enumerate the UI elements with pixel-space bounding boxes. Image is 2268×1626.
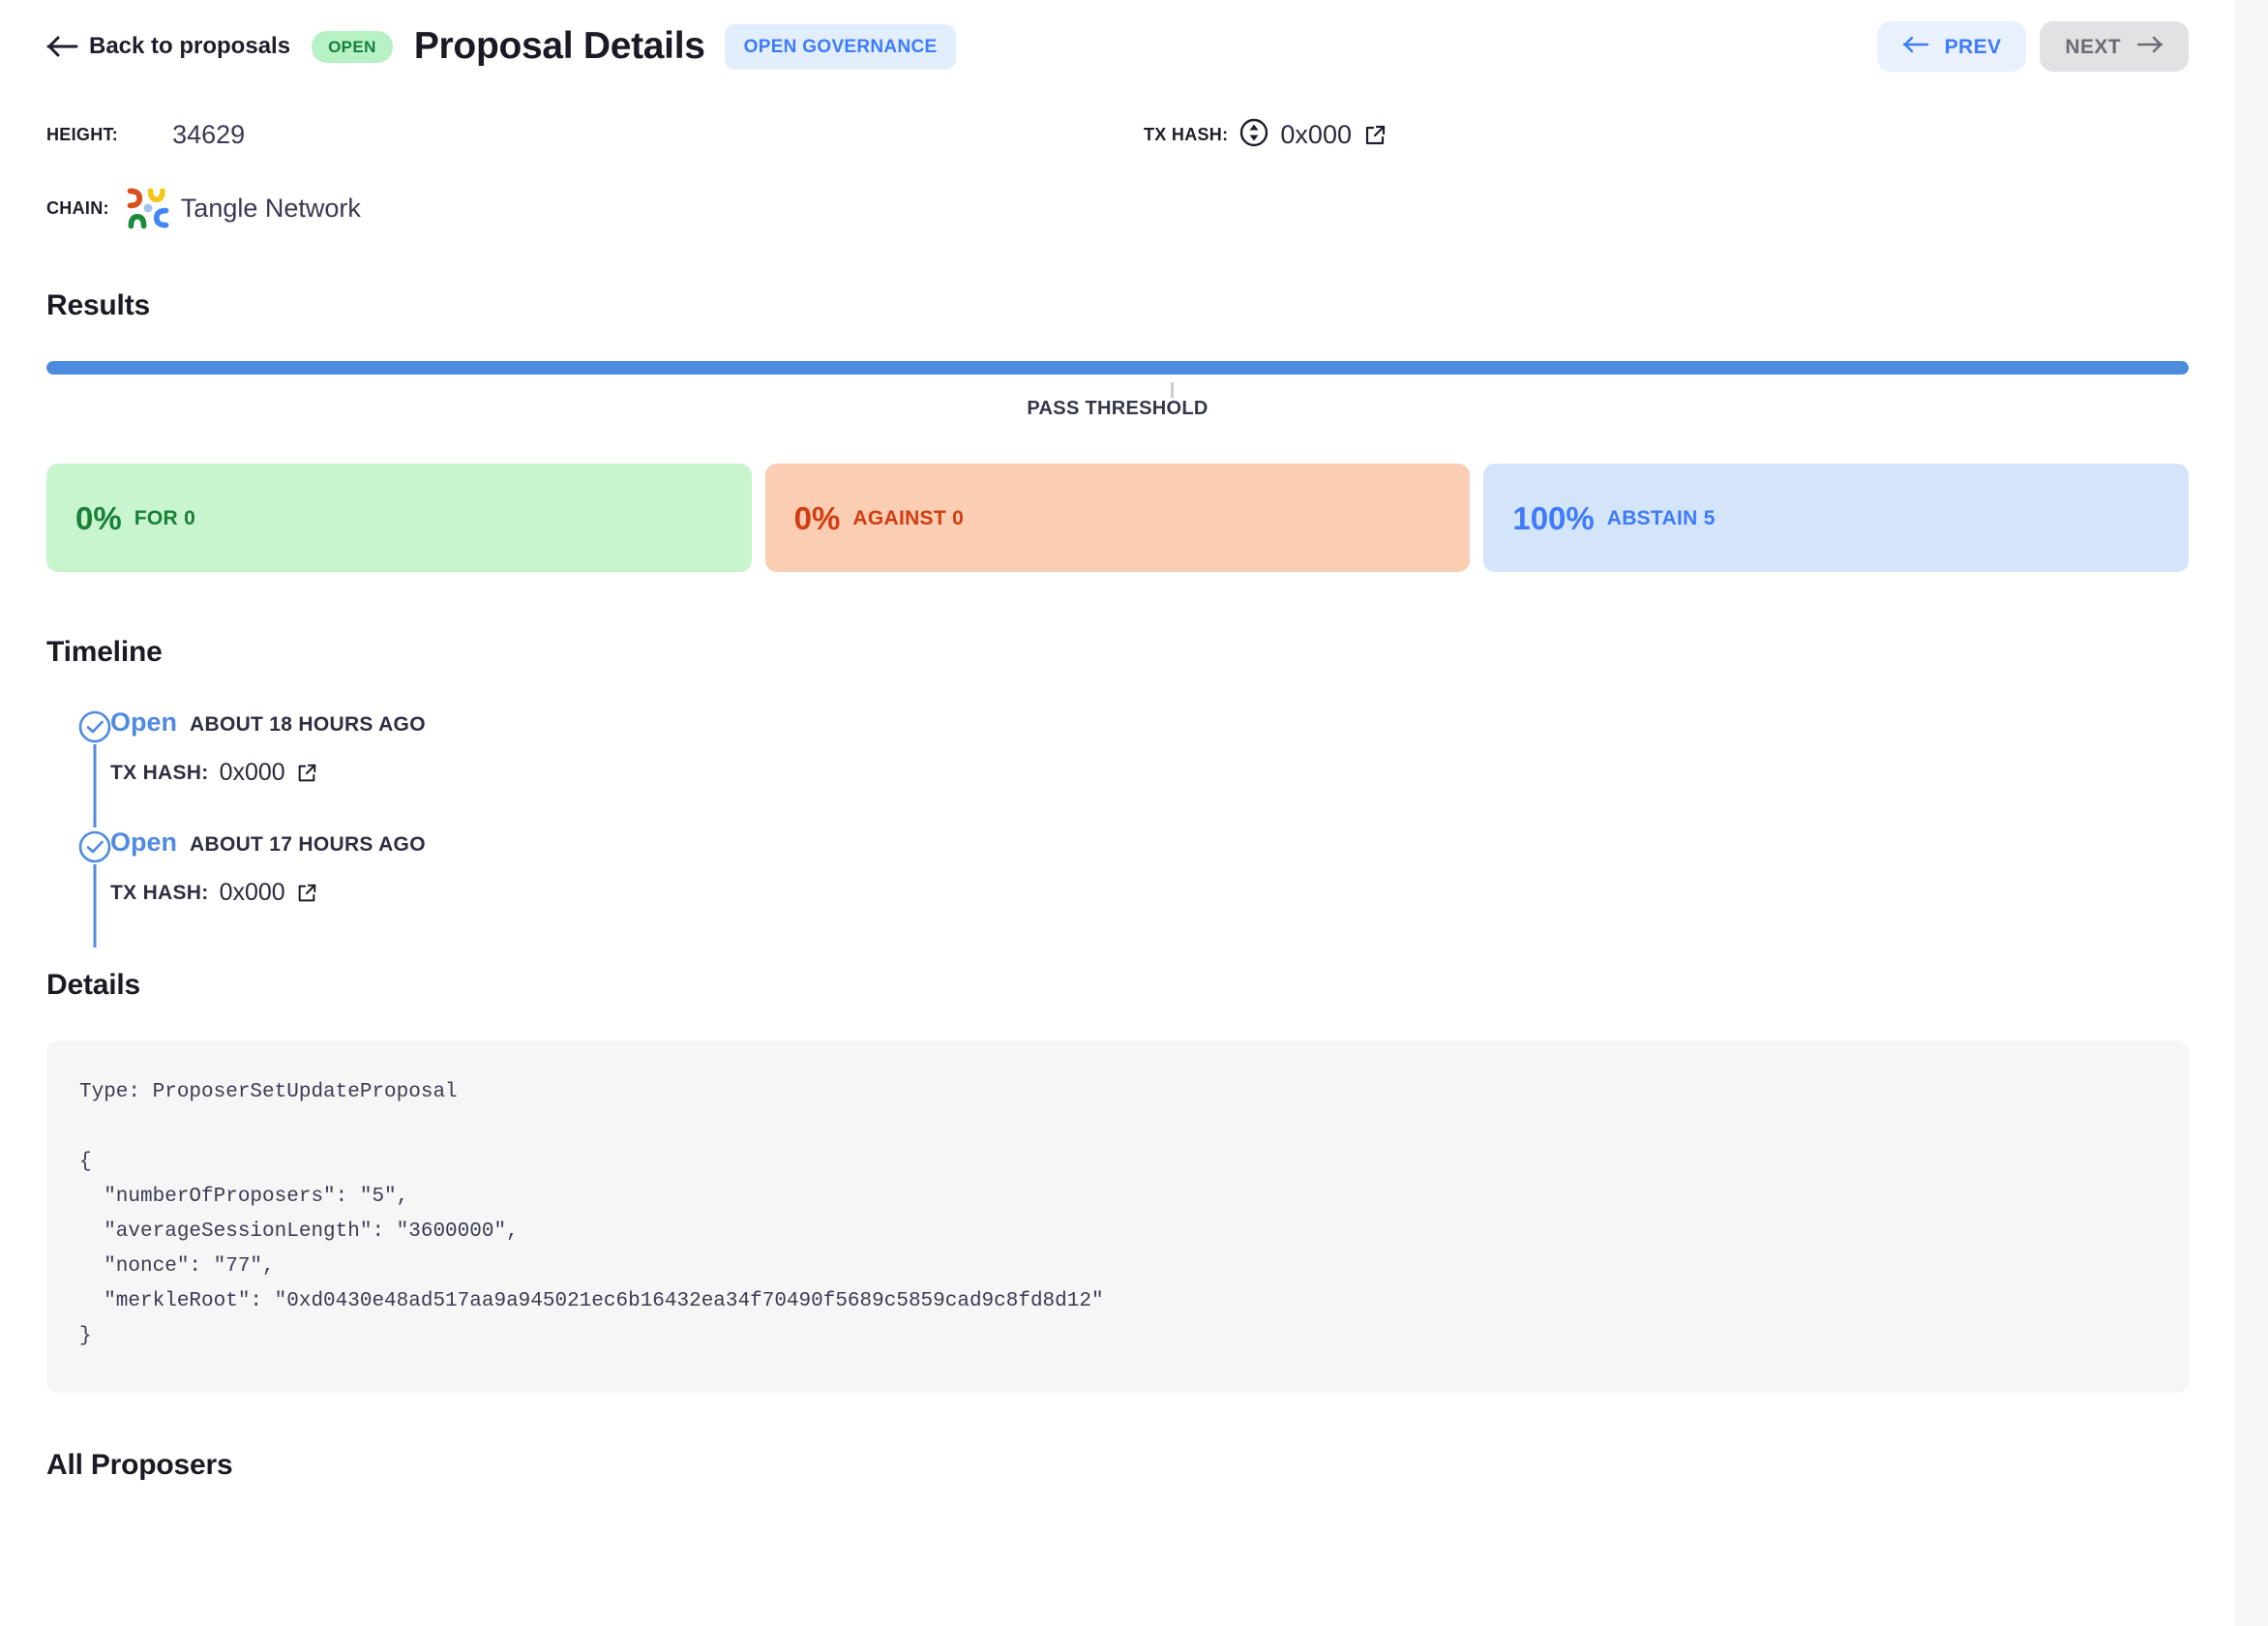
progress-fill: [46, 361, 2189, 375]
timeline-item-tx: TX HASH: 0x000: [110, 759, 2189, 787]
status-badge: OPEN: [312, 30, 393, 63]
chain-value: Tangle Network: [180, 193, 361, 223]
pagination-controls: PREV NEXT: [1876, 21, 2189, 72]
vote-card-against: 0% AGAINST 0: [764, 464, 1471, 572]
arrow-left-icon: [46, 34, 79, 59]
timeline-spacer: [46, 787, 2189, 828]
vote-results-cards: 0% FOR 0 0% AGAINST 0 100% ABSTAIN 5: [46, 464, 2190, 572]
prev-label: PREV: [1944, 35, 2002, 58]
check-circle-icon: [77, 709, 112, 749]
external-link-icon[interactable]: [296, 763, 317, 784]
results-section-title: Results: [46, 289, 150, 321]
arrow-left-icon: [1902, 35, 1929, 58]
tx-hash-value: 0x000: [1280, 120, 1352, 149]
timeline-item: Open ABOUT 17 HOURS AGO TX HASH: 0x000: [46, 828, 2189, 948]
timeline-tx-value: 0x000: [219, 879, 285, 906]
timeline-item-header: Open ABOUT 17 HOURS AGO: [110, 828, 2189, 858]
prev-proposal-button[interactable]: PREV: [1876, 21, 2027, 72]
height-value: 34629: [172, 120, 246, 149]
timeline-list: Open ABOUT 18 HOURS AGO TX HASH: 0x000 O…: [46, 708, 2189, 948]
page-scrollbar-track[interactable]: [2235, 0, 2268, 1626]
height-row: HEIGHT: 34629 TX HASH: 0x000: [46, 118, 2189, 152]
pass-threshold-label: PASS THRESHOLD: [1027, 398, 1209, 419]
timeline-item-time: ABOUT 17 HOURS AGO: [190, 833, 426, 856]
chain-row: CHAIN: Tangle Network: [46, 187, 2189, 229]
timeline-item-header: Open ABOUT 18 HOURS AGO: [110, 708, 2189, 738]
swap-vertical-circle-icon: [1239, 118, 1268, 152]
timeline-connector: [93, 744, 97, 828]
arrow-right-icon: [2136, 35, 2164, 58]
governance-category-badge: OPEN GOVERNANCE: [724, 23, 957, 70]
timeline-section-title: Timeline: [46, 636, 163, 668]
details-section-title: Details: [46, 969, 140, 1001]
vote-abstain-percent: 100%: [1512, 499, 1595, 536]
proposal-details-page: Back to proposals OPEN Proposal Details …: [0, 0, 2235, 1626]
pass-threshold-marker: [1171, 382, 1175, 398]
external-link-icon[interactable]: [1363, 124, 1387, 147]
page-header: Back to proposals OPEN Proposal Details …: [46, 0, 2189, 85]
progress-track: [46, 361, 2189, 375]
timeline-item-tx: TX HASH: 0x000: [110, 879, 2189, 907]
vote-card-for: 0% FOR 0: [46, 464, 752, 572]
tangle-network-logo-icon: [109, 187, 169, 229]
all-proposers-section-title: All Proposers: [46, 1449, 233, 1481]
vote-for-label: FOR 0: [134, 506, 196, 529]
height-label: HEIGHT:: [46, 125, 119, 144]
back-to-proposals-link[interactable]: Back to proposals: [46, 33, 290, 60]
timeline-item-time: ABOUT 18 HOURS AGO: [190, 713, 426, 736]
next-proposal-button[interactable]: NEXT: [2040, 21, 2189, 72]
vote-for-percent: 0%: [75, 499, 122, 536]
external-link-icon[interactable]: [296, 883, 317, 904]
vote-against-percent: 0%: [793, 499, 841, 536]
check-circle-icon: [77, 829, 112, 869]
proposal-details-code: Type: ProposerSetUpdateProposal { "numbe…: [46, 1040, 2189, 1393]
chain-label: CHAIN:: [46, 197, 109, 218]
timeline-item: Open ABOUT 18 HOURS AGO TX HASH: 0x000: [46, 708, 2189, 828]
timeline-connector: [93, 864, 97, 948]
page-title: Proposal Details: [413, 25, 705, 67]
vote-abstain-label: ABSTAIN 5: [1606, 506, 1716, 529]
timeline-item-status: Open: [110, 708, 178, 737]
vote-card-abstain: 100% ABSTAIN 5: [1483, 464, 2190, 572]
back-to-proposals-label: Back to proposals: [89, 33, 291, 59]
timeline-tx-value: 0x000: [219, 759, 285, 786]
next-label: NEXT: [2065, 35, 2121, 58]
timeline-item-status: Open: [110, 828, 178, 857]
results-progress: PASS THRESHOLD: [46, 361, 2189, 419]
vote-against-label: AGAINST 0: [852, 506, 965, 529]
tx-hash-label: TX HASH:: [1144, 125, 1229, 144]
timeline-tx-label: TX HASH:: [110, 881, 209, 904]
tx-hash-block: TX HASH: 0x000: [1144, 118, 1387, 152]
timeline-tx-label: TX HASH:: [110, 761, 209, 784]
